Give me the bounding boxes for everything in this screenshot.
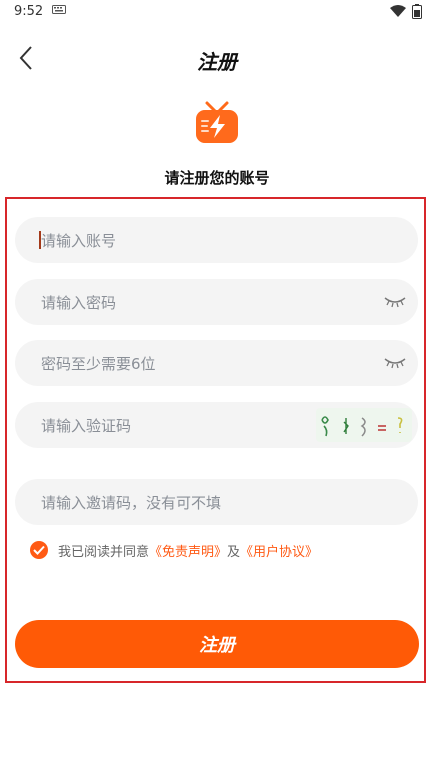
agreement-prefix: 我已阅读并同意: [58, 544, 150, 560]
keyboard-icon: [52, 5, 66, 14]
user-agreement-link[interactable]: 《用户协议》: [240, 541, 318, 560]
disclaimer-link[interactable]: 《免责声明》: [149, 541, 227, 560]
register-button[interactable]: 注册: [15, 620, 419, 668]
confirm-password-input[interactable]: [39, 340, 363, 388]
captcha-input[interactable]: [39, 402, 363, 450]
checkmark-icon: [33, 545, 45, 555]
invite-code-input[interactable]: [39, 479, 363, 527]
captcha-field[interactable]: [15, 402, 418, 450]
status-time: 9:52: [14, 4, 44, 19]
password-input[interactable]: [39, 279, 363, 327]
invite-code-field[interactable]: [15, 479, 418, 527]
status-bar: 9:52: [0, 0, 434, 24]
tv-lightning-logo-icon: [196, 101, 238, 143]
register-subtitle: 请注册您的账号: [164, 169, 270, 187]
password-field[interactable]: [15, 279, 418, 327]
battery-icon: [412, 4, 422, 19]
account-input[interactable]: [39, 217, 363, 265]
eye-closed-icon[interactable]: [384, 295, 406, 309]
agree-checkbox[interactable]: [30, 541, 48, 559]
wifi-icon: [390, 5, 406, 17]
captcha-image[interactable]: [316, 408, 412, 442]
page-title: 注册: [197, 50, 237, 74]
header: 注册: [0, 38, 434, 78]
account-field[interactable]: [15, 217, 418, 265]
agreement-and: 及: [227, 544, 241, 560]
confirm-password-field[interactable]: [15, 340, 418, 388]
eye-closed-icon[interactable]: [384, 356, 406, 370]
agreement-row: 我已阅读并同意 《免责声明》 及 《用户协议》: [30, 540, 318, 560]
